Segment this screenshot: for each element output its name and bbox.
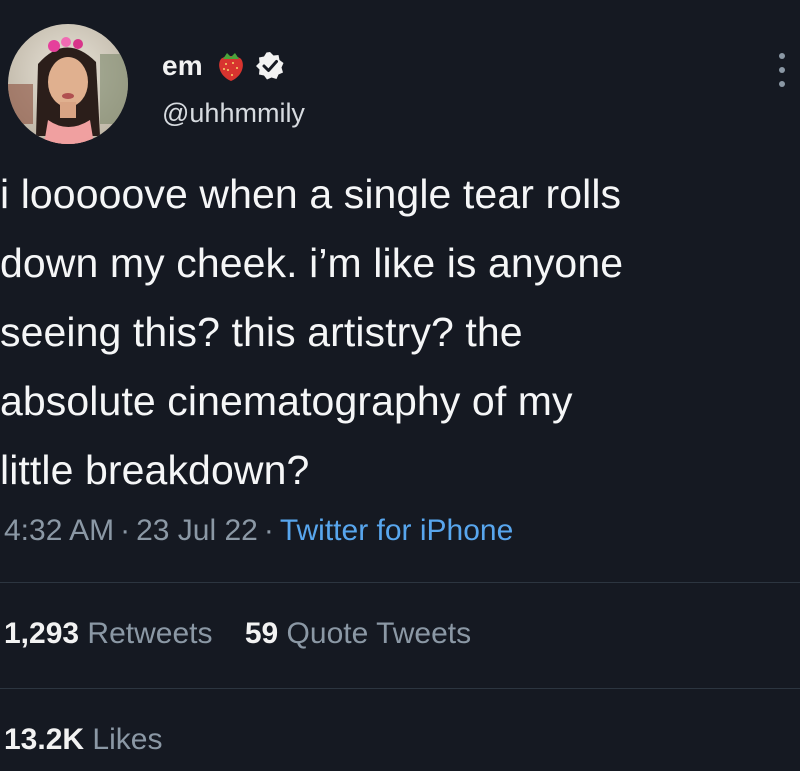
quote-tweets-label: Quote Tweets [286,617,472,650]
likes-count: 13.2K [4,723,85,756]
quote-tweets-link[interactable]: 59 Quote Tweets [245,617,471,650]
display-name[interactable]: em [162,50,203,82]
author-name-row[interactable]: em [162,48,285,84]
tweet-text-line: seeing this? this artistry? the [0,309,523,355]
tweet-text-line: little breakdown? [0,447,310,493]
user-handle[interactable]: @uhhmmily [162,98,305,129]
avatar[interactable] [8,24,128,144]
meta-separator: · [120,514,131,547]
tweet-text-line: i looooove when a single tear rolls [0,171,622,217]
tweet-text-line: down my cheek. i’m like is anyone [0,240,624,286]
retweets-count: 1,293 [4,617,80,650]
quote-tweets-count: 59 [244,617,279,650]
verified-badge-icon [255,51,285,81]
likes-label: Likes [92,723,163,756]
tweet-text: i looooove when a single tear rolls down… [0,160,790,505]
meta-separator: · [263,514,274,547]
retweets-link[interactable]: 1,293 Retweets [4,617,212,650]
divider [0,688,800,689]
retweets-label: Retweets [87,617,213,650]
likes-link[interactable]: 13.2K Likes [4,723,162,756]
retweet-stats-row: 1,293 Retweets 59 Quote Tweets [4,617,471,651]
tweet-meta: 4:32 AM · 23 Jul 22 · Twitter for iPhone [4,514,513,548]
tweet-time[interactable]: 4:32 AM [4,514,114,547]
tweet-date[interactable]: 23 Jul 22 [136,514,258,547]
strawberry-icon [213,48,249,84]
more-options-icon[interactable] [772,48,792,92]
likes-stats-row: 13.2K Likes [4,723,162,757]
divider [0,582,800,583]
tweet-card: em @uhhmmily i looooove when a single te… [0,0,800,771]
tweet-source-link[interactable]: Twitter for iPhone [280,514,513,547]
tweet-text-line: absolute cinematography of my [0,378,573,424]
